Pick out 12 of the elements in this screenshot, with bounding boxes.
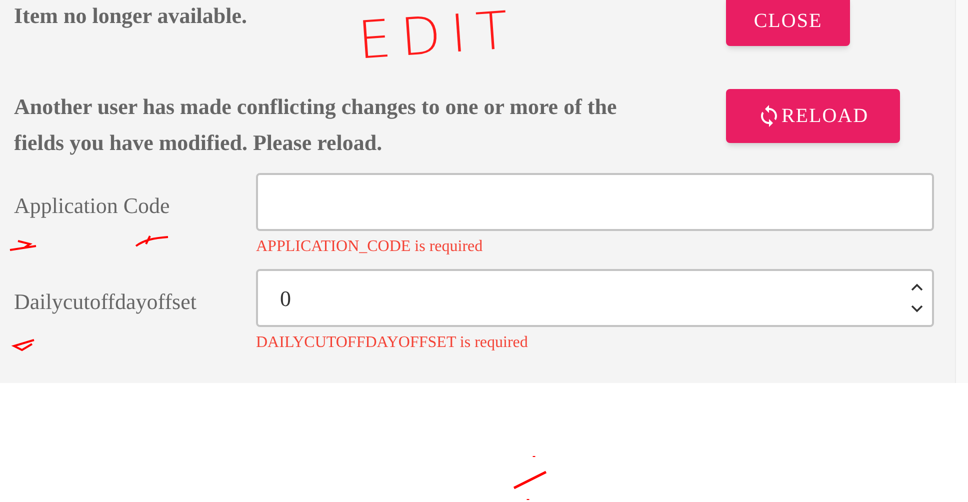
error-message: APPLICATION_CODE is required <box>256 237 484 257</box>
message-text: Another user has made conflicting changes to one or more of the fields you have modified. Please reload. <box>13 93 618 157</box>
scribble-mark <box>134 234 170 248</box>
field-label: Dailycutoffdayoffset <box>13 288 198 316</box>
reload-button[interactable]: RELOAD <box>726 89 900 143</box>
close-button[interactable]: CLOSE <box>726 0 850 46</box>
error-message: DAILYCUTOFFDAYOFFSET is required <box>256 333 529 353</box>
input-field[interactable] <box>256 173 934 231</box>
field-label: Application Code <box>13 192 171 220</box>
scribble-mark <box>10 338 36 352</box>
handwritten-annotation: EDIT <box>356 2 520 70</box>
number-field[interactable]: 0 <box>256 269 934 327</box>
